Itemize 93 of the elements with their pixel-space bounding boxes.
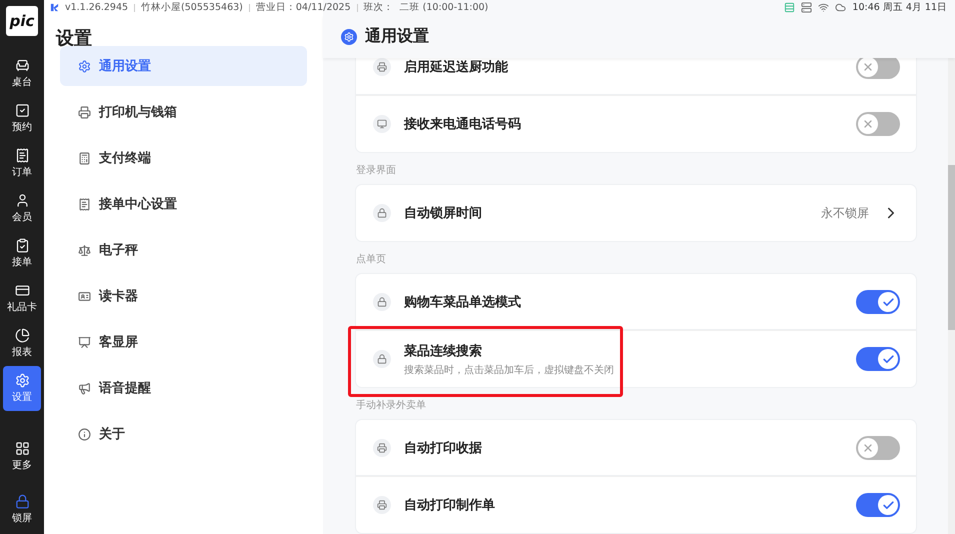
setting-title: 启用延迟送厨功能 [404, 58, 509, 76]
shift-label: 班次： [364, 1, 394, 14]
close-icon [862, 442, 874, 454]
monitor-icon [377, 119, 387, 129]
settings-icon [14, 373, 30, 388]
nav-item[interactable]: 更多 [3, 434, 41, 479]
card-icon [14, 283, 30, 298]
nav-item[interactable]: 锁屏 [3, 487, 41, 532]
printer-icon [78, 106, 91, 118]
close-icon [862, 61, 874, 73]
section-label: 点单页 [356, 252, 387, 267]
nav-item[interactable]: 礼品卡 [3, 276, 41, 321]
setting-row[interactable]: 启用延迟送厨功能 [356, 58, 916, 95]
toggle-switch[interactable] [856, 347, 900, 371]
nav-item[interactable]: 设置 [3, 366, 41, 411]
server-icon [801, 2, 812, 13]
setting-value: 永不锁屏 [821, 204, 869, 222]
setting-title: 自动打印制作单 [404, 497, 496, 514]
version-text: v1.1.26.2945 [65, 2, 128, 13]
menu-item[interactable]: 关于 [60, 414, 307, 454]
clipboard-icon [14, 238, 30, 253]
toggle-switch[interactable] [856, 290, 900, 314]
wifi-icon [818, 2, 830, 13]
rows-icon [784, 2, 796, 13]
app-logo: pic [6, 6, 38, 36]
terminal-icon [78, 152, 91, 164]
nav-item[interactable]: 订单 [3, 141, 41, 186]
pie-chart-icon [14, 328, 30, 343]
lock-icon [377, 208, 387, 218]
nav-item[interactable]: 预约 [3, 96, 41, 141]
setting-title: 菜品连续搜索 [404, 342, 483, 360]
setting-title: 自动打印收据 [404, 440, 483, 457]
lock-icon [377, 354, 387, 364]
setting-title: 接收来电通电话号码 [404, 116, 522, 133]
menu-item[interactable]: 通用设置 [60, 46, 307, 86]
grid-icon [14, 441, 30, 456]
setting-row[interactable]: 菜品连续搜索 搜索菜品时，点击菜品加车后，虚拟键盘不关闭 [356, 330, 916, 387]
settings-icon [341, 28, 357, 44]
setting-description: 搜索菜品时，点击菜品加车后，虚拟键盘不关闭 [404, 364, 615, 376]
scale-icon [78, 244, 91, 256]
printer-icon [377, 62, 387, 72]
menu-item[interactable]: 支付终端 [60, 138, 307, 178]
scrollbar-thumb[interactable] [948, 165, 955, 330]
store-name: 竹林小屋(505535463) [141, 1, 243, 14]
setting-row[interactable]: 自动锁屏时间 永不锁屏 [356, 185, 916, 241]
toggle-switch[interactable] [856, 58, 900, 79]
setting-row[interactable]: 接收来电通电话号码 [356, 95, 916, 152]
clock-text: 10:46 周五 4月 11日 [852, 1, 947, 14]
user-icon [14, 193, 30, 208]
business-day: 营业日：04/11/2025 [256, 1, 351, 14]
receipt-icon [78, 198, 91, 210]
menu-item[interactable]: 接单中心设置 [60, 184, 307, 224]
display-icon [78, 336, 91, 348]
setting-row[interactable]: 购物车菜品单选模式 [356, 274, 916, 330]
checkbox-icon [14, 103, 30, 118]
app-mark-icon [50, 3, 59, 12]
section-label: 手动补录外卖单 [356, 398, 427, 413]
shift-value: 二班 (10:00-11:00) [400, 1, 488, 14]
megaphone-icon [78, 382, 91, 394]
cloud-icon [835, 2, 846, 13]
receipt-icon [14, 148, 30, 163]
menu-item[interactable]: 电子秤 [60, 230, 307, 270]
setting-row[interactable]: 自动打印收据 [356, 420, 916, 476]
menu-item[interactable]: 语音提醒 [60, 368, 307, 408]
menu-item[interactable]: 客显屏 [60, 322, 307, 362]
menu-title: 设置 [54, 27, 93, 46]
check-icon [882, 352, 894, 366]
setting-title: 购物车菜品单选模式 [404, 294, 522, 311]
nav-item[interactable]: 桌台 [3, 51, 41, 96]
toggle-switch[interactable] [856, 112, 900, 136]
card-reader-icon [78, 290, 91, 302]
check-icon [882, 498, 894, 512]
nav-item[interactable]: 报表 [3, 321, 41, 366]
lock-icon [14, 494, 30, 509]
printer-icon [377, 500, 387, 510]
close-icon [862, 118, 874, 130]
toggle-switch[interactable] [856, 493, 900, 517]
armchair-icon [14, 58, 30, 73]
menu-item[interactable]: 打印机与钱箱 [60, 92, 307, 132]
toggle-switch[interactable] [856, 436, 900, 460]
scrollbar[interactable] [948, 58, 955, 534]
panel-title: 通用设置 [365, 26, 429, 47]
lock-icon [377, 297, 387, 307]
nav-item[interactable]: 会员 [3, 186, 41, 231]
section-label: 登录界面 [356, 164, 397, 178]
setting-title: 自动锁屏时间 [404, 205, 483, 222]
setting-row[interactable]: 自动打印制作单 [356, 476, 916, 533]
settings-icon [78, 60, 91, 72]
menu-item[interactable]: 读卡器 [60, 276, 307, 316]
check-icon [882, 296, 894, 308]
info-icon [78, 428, 91, 440]
nav-item[interactable]: 接单 [3, 231, 41, 276]
printer-icon [377, 443, 387, 453]
